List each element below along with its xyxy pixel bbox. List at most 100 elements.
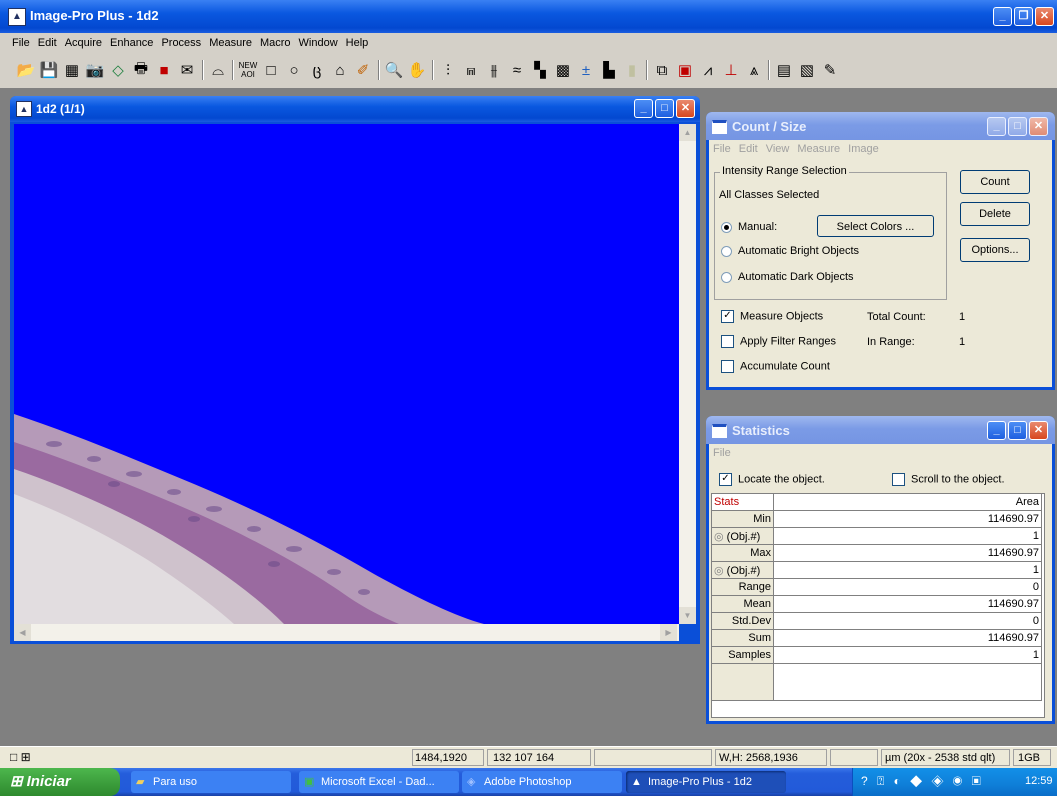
- auto-bright-radio[interactable]: Automatic Bright Objects: [721, 245, 859, 257]
- menu-window[interactable]: Window: [299, 37, 338, 49]
- table-row[interactable]: Samples 1: [712, 646, 1042, 664]
- auto-dark-radio[interactable]: Automatic Dark Objects: [721, 271, 854, 283]
- cs-menu-measure[interactable]: Measure: [797, 143, 840, 155]
- table-row[interactable]: ◎ (Obj.#) 1: [712, 561, 1042, 579]
- lasso-icon[interactable]: ◇: [108, 59, 128, 81]
- taskbar-item-para-uso[interactable]: ▰ Para uso: [131, 771, 291, 793]
- chart-icon[interactable]: ⩓: [744, 59, 764, 81]
- bars-icon[interactable]: ⫵: [484, 59, 504, 81]
- image-window-title-bar[interactable]: ▲ 1d2 (1/1) _ □ ✕: [10, 96, 700, 122]
- plus-minus-icon[interactable]: ±: [576, 59, 596, 81]
- cs-menu-file[interactable]: File: [713, 143, 731, 155]
- stats-close-button[interactable]: ✕: [1029, 421, 1048, 440]
- table-row[interactable]: Max 114690.97: [712, 544, 1042, 562]
- scroll-right-button[interactable]: ▶: [660, 624, 677, 641]
- count-button[interactable]: Count: [960, 170, 1030, 194]
- menu-macro[interactable]: Macro: [260, 37, 291, 49]
- stats-grid[interactable]: Stats Area Min 114690.97 ◎ (Obj.#) 1 Max 1146…: [711, 493, 1045, 718]
- irregular-icon[interactable]: ც: [307, 59, 327, 81]
- count-size-close-button[interactable]: ✕: [1029, 117, 1048, 136]
- stats-menu-file[interactable]: File: [713, 447, 731, 459]
- strip-icon[interactable]: ▮: [622, 59, 642, 81]
- options-button[interactable]: Options...: [960, 238, 1030, 262]
- start-button[interactable]: ⊞ Iniciar: [0, 768, 120, 796]
- table-row[interactable]: Min 114690.97: [712, 510, 1042, 528]
- cs-menu-view[interactable]: View: [766, 143, 790, 155]
- table-row[interactable]: Range 0: [712, 578, 1042, 596]
- delete-button[interactable]: Delete: [960, 202, 1030, 226]
- stop-icon[interactable]: ■: [154, 59, 174, 81]
- red-block-icon[interactable]: ⩘: [698, 59, 718, 81]
- histogram-icon[interactable]: ⫶: [438, 59, 458, 81]
- hand-icon[interactable]: ✋: [407, 59, 427, 81]
- table-row[interactable]: Mean 114690.97: [712, 595, 1042, 613]
- statistics-title-bar[interactable]: Statistics _ □ ✕: [706, 416, 1055, 444]
- grid-icon[interactable]: ▦: [62, 59, 82, 81]
- minimize-button[interactable]: _: [993, 7, 1012, 26]
- histogram2-icon[interactable]: ⊥: [721, 59, 741, 81]
- envelope-icon[interactable]: ✉: [177, 59, 197, 81]
- line-profile-icon[interactable]: ⩎: [461, 59, 481, 81]
- scroll-checkbox[interactable]: Scroll to the object.: [892, 473, 1005, 486]
- bar-chart-icon[interactable]: ▙: [599, 59, 619, 81]
- close-button[interactable]: ✕: [1035, 7, 1054, 26]
- menu-acquire[interactable]: Acquire: [65, 37, 102, 49]
- count-size-title-bar[interactable]: Count / Size _ □ ✕: [706, 112, 1055, 140]
- taskbar-item-excel[interactable]: ▣ Microsoft Excel - Dad...: [299, 771, 459, 793]
- count-size-maximize-button[interactable]: □: [1008, 117, 1027, 136]
- menu-help[interactable]: Help: [346, 37, 369, 49]
- polygon-icon[interactable]: ⌂: [330, 59, 350, 81]
- restore-button[interactable]: ❐: [1014, 7, 1033, 26]
- report-icon[interactable]: ▧: [797, 59, 817, 81]
- calc-icon[interactable]: ▤: [774, 59, 794, 81]
- scroll-down-button[interactable]: ▼: [679, 607, 696, 624]
- pencil-icon[interactable]: ✎: [820, 59, 840, 81]
- stats-maximize-button[interactable]: □: [1008, 421, 1027, 440]
- camera-icon[interactable]: 📷: [85, 59, 105, 81]
- cs-menu-image[interactable]: Image: [848, 143, 879, 155]
- grid3-icon[interactable]: ▩: [553, 59, 573, 81]
- menu-enhance[interactable]: Enhance: [110, 37, 153, 49]
- ellipse-icon[interactable]: ○: [284, 59, 304, 81]
- tray-icons[interactable]: ? ⍰ ◐ ◆ ◈ ◉ ▣: [861, 774, 984, 789]
- image-vertical-scrollbar[interactable]: ▲ ▼: [679, 124, 696, 624]
- taskbar-item-photoshop[interactable]: ◈ Adobe Photoshop: [462, 771, 622, 793]
- accumulate-checkbox[interactable]: Accumulate Count: [721, 360, 830, 373]
- manual-radio[interactable]: Manual:: [721, 221, 777, 233]
- print-icon[interactable]: 🖶: [131, 59, 151, 81]
- save-icon[interactable]: 💾: [39, 59, 59, 81]
- select-colors-button[interactable]: Select Colors ...: [817, 215, 934, 237]
- menu-file[interactable]: File: [12, 37, 30, 49]
- layers-icon[interactable]: ≈: [507, 59, 527, 81]
- cs-menu-edit[interactable]: Edit: [739, 143, 758, 155]
- image-horizontal-scrollbar[interactable]: ◀ ▶: [14, 624, 679, 641]
- menu-measure[interactable]: Measure: [209, 37, 252, 49]
- measure-objects-checkbox[interactable]: ✓ Measure Objects: [721, 310, 823, 323]
- image-canvas[interactable]: [14, 124, 679, 624]
- zoom-icon[interactable]: 🔍: [384, 59, 404, 81]
- compass-icon[interactable]: ⌓: [208, 59, 228, 81]
- open-icon[interactable]: 📂: [16, 59, 36, 81]
- stats-minimize-button[interactable]: _: [987, 421, 1006, 440]
- apply-filter-checkbox[interactable]: Apply Filter Ranges: [721, 335, 836, 348]
- table-row[interactable]: ◎ (Obj.#) 1: [712, 527, 1042, 545]
- link-icon[interactable]: ⧉: [652, 59, 672, 81]
- colorbar-icon[interactable]: ▣: [675, 59, 695, 81]
- scroll-left-button[interactable]: ◀: [14, 624, 31, 641]
- taskbar-item-image-pro[interactable]: ▲ Image-Pro Plus - 1d2: [626, 771, 786, 793]
- rectangle-icon[interactable]: □: [261, 59, 281, 81]
- image-minimize-button[interactable]: _: [634, 99, 653, 118]
- app-title-bar[interactable]: ▲ Image-Pro Plus - 1d2 _ ❐ ✕: [0, 0, 1057, 33]
- new-aoi-icon[interactable]: NEW AOI: [238, 59, 258, 81]
- grid2-icon[interactable]: ▚: [530, 59, 550, 81]
- image-close-button[interactable]: ✕: [676, 99, 695, 118]
- image-maximize-button[interactable]: □: [655, 99, 674, 118]
- scroll-up-button[interactable]: ▲: [679, 124, 696, 141]
- table-row[interactable]: Std.Dev 0: [712, 612, 1042, 630]
- count-size-minimize-button[interactable]: _: [987, 117, 1006, 136]
- wand-icon[interactable]: ✐: [353, 59, 373, 81]
- menu-process[interactable]: Process: [161, 37, 201, 49]
- menu-edit[interactable]: Edit: [38, 37, 57, 49]
- table-row[interactable]: Sum 114690.97: [712, 629, 1042, 647]
- locate-checkbox[interactable]: ✓ Locate the object.: [719, 473, 825, 486]
